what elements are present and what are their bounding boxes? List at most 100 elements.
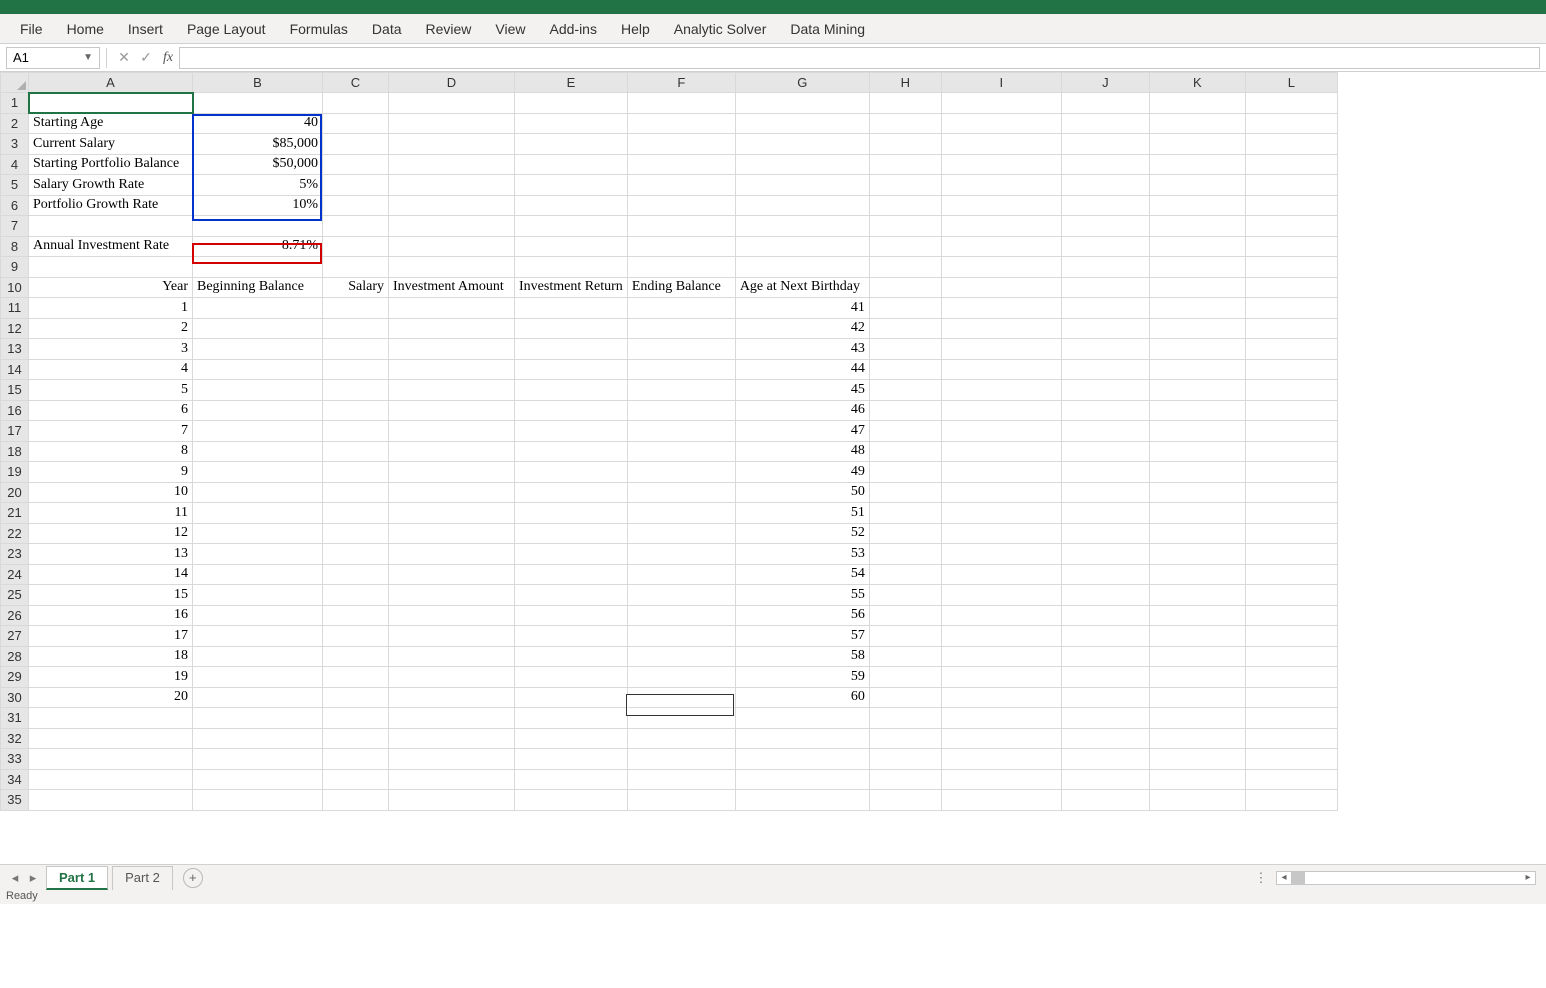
cell-I8[interactable]: [941, 236, 1061, 257]
cell-E20[interactable]: [515, 482, 628, 503]
cell-J8[interactable]: [1061, 236, 1149, 257]
cell-B34[interactable]: [193, 769, 323, 790]
cell-J11[interactable]: [1061, 298, 1149, 319]
cell-J20[interactable]: [1061, 482, 1149, 503]
cell-E5[interactable]: [515, 175, 628, 196]
cell-B17[interactable]: [193, 421, 323, 442]
cell-F18[interactable]: [627, 441, 735, 462]
cancel-formula-icon[interactable]: ✕: [113, 49, 135, 66]
cell-K2[interactable]: [1149, 113, 1245, 134]
cell-D24[interactable]: [389, 564, 515, 585]
cell-L6[interactable]: [1245, 195, 1337, 216]
row-header-19[interactable]: 19: [1, 462, 29, 483]
row-header-6[interactable]: 6: [1, 195, 29, 216]
ribbon-tab-data[interactable]: Data: [360, 14, 414, 44]
cell-G32[interactable]: [735, 728, 869, 749]
ribbon-tab-review[interactable]: Review: [414, 14, 484, 44]
cell-F5[interactable]: [627, 175, 735, 196]
cell-K12[interactable]: [1149, 318, 1245, 339]
cell-F2[interactable]: [627, 113, 735, 134]
cell-A34[interactable]: [29, 769, 193, 790]
cell-H30[interactable]: [869, 687, 941, 708]
cell-E19[interactable]: [515, 462, 628, 483]
cell-B8[interactable]: 8.71%: [193, 236, 323, 257]
cell-K14[interactable]: [1149, 359, 1245, 380]
cell-G25[interactable]: 55: [735, 585, 869, 606]
cell-D2[interactable]: [389, 113, 515, 134]
cell-A8[interactable]: Annual Investment Rate: [29, 236, 193, 257]
row-header-25[interactable]: 25: [1, 585, 29, 606]
cell-G33[interactable]: [735, 749, 869, 770]
cell-F16[interactable]: [627, 400, 735, 421]
cell-C17[interactable]: [323, 421, 389, 442]
cell-I25[interactable]: [941, 585, 1061, 606]
cell-I9[interactable]: [941, 257, 1061, 278]
cell-E35[interactable]: [515, 790, 628, 811]
cell-J6[interactable]: [1061, 195, 1149, 216]
cell-I21[interactable]: [941, 503, 1061, 524]
cell-D11[interactable]: [389, 298, 515, 319]
row-header-28[interactable]: 28: [1, 646, 29, 667]
cell-A33[interactable]: [29, 749, 193, 770]
cell-K20[interactable]: [1149, 482, 1245, 503]
cell-G20[interactable]: 50: [735, 482, 869, 503]
cell-F15[interactable]: [627, 380, 735, 401]
cell-F34[interactable]: [627, 769, 735, 790]
cell-J28[interactable]: [1061, 646, 1149, 667]
cell-C30[interactable]: [323, 687, 389, 708]
cell-J9[interactable]: [1061, 257, 1149, 278]
cell-C31[interactable]: [323, 708, 389, 729]
cell-I35[interactable]: [941, 790, 1061, 811]
cell-F35[interactable]: [627, 790, 735, 811]
cell-D7[interactable]: [389, 216, 515, 237]
cell-C26[interactable]: [323, 605, 389, 626]
cell-K24[interactable]: [1149, 564, 1245, 585]
cell-G13[interactable]: 43: [735, 339, 869, 360]
cell-F10[interactable]: Ending Balance: [627, 277, 735, 298]
cell-J19[interactable]: [1061, 462, 1149, 483]
cell-F31[interactable]: [627, 708, 735, 729]
cell-E10[interactable]: Investment Return: [515, 277, 628, 298]
cell-E13[interactable]: [515, 339, 628, 360]
cell-H8[interactable]: [869, 236, 941, 257]
cell-J14[interactable]: [1061, 359, 1149, 380]
cell-B35[interactable]: [193, 790, 323, 811]
cell-A14[interactable]: 4: [29, 359, 193, 380]
cell-A24[interactable]: 14: [29, 564, 193, 585]
cell-K11[interactable]: [1149, 298, 1245, 319]
cell-H11[interactable]: [869, 298, 941, 319]
cell-B13[interactable]: [193, 339, 323, 360]
cell-J32[interactable]: [1061, 728, 1149, 749]
column-header-E[interactable]: E: [515, 73, 628, 93]
cell-G22[interactable]: 52: [735, 523, 869, 544]
cell-B1[interactable]: [193, 93, 323, 114]
row-header-15[interactable]: 15: [1, 380, 29, 401]
cell-H27[interactable]: [869, 626, 941, 647]
cell-B33[interactable]: [193, 749, 323, 770]
column-header-D[interactable]: D: [389, 73, 515, 93]
cell-E3[interactable]: [515, 134, 628, 155]
cell-E12[interactable]: [515, 318, 628, 339]
cell-A3[interactable]: Current Salary: [29, 134, 193, 155]
cell-C22[interactable]: [323, 523, 389, 544]
cell-F1[interactable]: [627, 93, 735, 114]
spreadsheet-grid[interactable]: ABCDEFGHIJKL12Starting Age403Current Sal…: [0, 72, 1546, 864]
cell-G21[interactable]: 51: [735, 503, 869, 524]
scroll-left-icon[interactable]: ◂: [1277, 872, 1291, 884]
cell-E28[interactable]: [515, 646, 628, 667]
column-header-B[interactable]: B: [193, 73, 323, 93]
cell-L18[interactable]: [1245, 441, 1337, 462]
cell-H34[interactable]: [869, 769, 941, 790]
row-header-30[interactable]: 30: [1, 687, 29, 708]
formula-input[interactable]: [179, 47, 1540, 69]
cell-C3[interactable]: [323, 134, 389, 155]
cell-L25[interactable]: [1245, 585, 1337, 606]
cell-D9[interactable]: [389, 257, 515, 278]
cell-I32[interactable]: [941, 728, 1061, 749]
cell-C19[interactable]: [323, 462, 389, 483]
cell-C32[interactable]: [323, 728, 389, 749]
cell-L22[interactable]: [1245, 523, 1337, 544]
cell-G7[interactable]: [735, 216, 869, 237]
cell-E34[interactable]: [515, 769, 628, 790]
cell-H32[interactable]: [869, 728, 941, 749]
